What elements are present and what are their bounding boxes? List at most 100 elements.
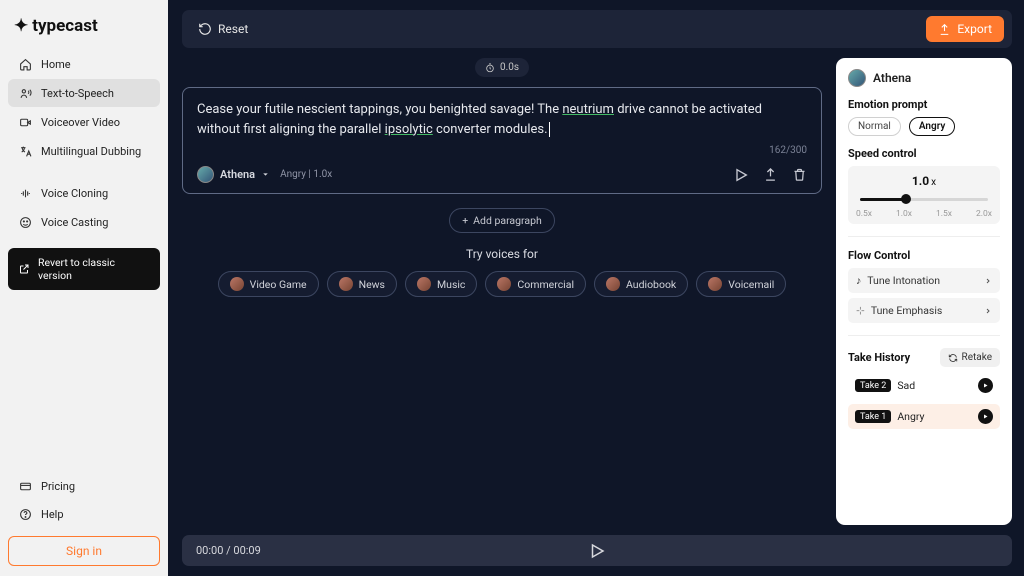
flow-section: Flow Control ♪Tune Intonation ⊹Tune Emph… bbox=[848, 249, 1000, 323]
nav-casting-label: Voice Casting bbox=[41, 216, 108, 229]
take-badge: Take 2 bbox=[855, 379, 891, 392]
paragraph-card[interactable]: Cease your futile nescient tappings, you… bbox=[182, 87, 822, 194]
nav-pricing-label: Pricing bbox=[41, 480, 75, 493]
inspector-voice-name: Athena bbox=[873, 71, 911, 85]
nav-casting[interactable]: Voice Casting bbox=[8, 208, 160, 236]
pill-commercial[interactable]: Commercial bbox=[485, 271, 586, 297]
slider-thumb[interactable] bbox=[901, 194, 911, 204]
nav-voiceover[interactable]: Voiceover Video bbox=[8, 108, 160, 136]
speed-value: 1.0 bbox=[912, 174, 929, 188]
take-row[interactable]: Take 2 Sad bbox=[848, 373, 1000, 398]
nav-home[interactable]: Home bbox=[8, 50, 160, 78]
reset-icon bbox=[198, 22, 212, 36]
speed-slider[interactable] bbox=[856, 190, 992, 208]
nav-voiceover-label: Voiceover Video bbox=[41, 116, 120, 129]
nav-cloning[interactable]: Voice Cloning bbox=[8, 179, 160, 207]
clock-icon bbox=[485, 63, 495, 73]
inspector-voice-header: Athena bbox=[848, 69, 1000, 87]
pill-video-game[interactable]: Video Game bbox=[218, 271, 319, 297]
retake-button[interactable]: Retake bbox=[940, 348, 1000, 367]
chevron-down-icon bbox=[261, 170, 270, 179]
speed-labels: 0.5x 1.0x 1.5x 2.0x bbox=[856, 209, 992, 219]
nav-tts[interactable]: Text-to-Speech bbox=[8, 79, 160, 107]
trash-icon[interactable] bbox=[792, 167, 807, 183]
voice-selector[interactable]: Athena Angry | 1.0x bbox=[197, 166, 332, 183]
avatar-icon bbox=[708, 277, 722, 291]
primary-nav: Home Text-to-Speech Voiceover Video Mult… bbox=[8, 50, 160, 236]
video-icon bbox=[18, 115, 32, 129]
take-play-button[interactable] bbox=[978, 409, 993, 424]
try-voices-heading: Try voices for bbox=[466, 247, 538, 261]
translate-icon bbox=[18, 144, 32, 158]
sidebar: ✦ typecast Home Text-to-Speech Voiceover… bbox=[0, 0, 168, 576]
emotion-normal[interactable]: Normal bbox=[848, 117, 901, 136]
main-area: Reset Export 0.0s Cease your futile nesc… bbox=[168, 0, 1024, 576]
signin-button[interactable]: Sign in bbox=[8, 536, 160, 566]
home-icon bbox=[18, 57, 32, 71]
editor-column: 0.0s Cease your futile nescient tappings… bbox=[182, 58, 822, 525]
reset-label: Reset bbox=[218, 22, 248, 36]
brand-logo: ✦ typecast bbox=[8, 10, 160, 50]
emotion-section: Emotion prompt Normal Angry bbox=[848, 98, 1000, 136]
nav-dubbing-label: Multilingual Dubbing bbox=[41, 145, 141, 158]
voice-meta: Angry | 1.0x bbox=[280, 169, 332, 180]
nav-help[interactable]: Help bbox=[8, 500, 160, 528]
add-paragraph-button[interactable]: + Add paragraph bbox=[449, 208, 555, 233]
tts-icon bbox=[18, 86, 32, 100]
pill-voicemail[interactable]: Voicemail bbox=[696, 271, 786, 297]
speed-section: Speed control 1.0x 0.5x 1.0x 1.5x 2.0x bbox=[848, 147, 1000, 224]
take-history-section: Take History Retake Take 2Sad Take 1Angr… bbox=[848, 348, 1000, 429]
note-icon: ♪ bbox=[856, 274, 861, 287]
external-icon bbox=[18, 263, 30, 275]
voice-avatar bbox=[197, 166, 214, 183]
take-label: Angry bbox=[897, 410, 924, 423]
signin-label: Sign in bbox=[66, 544, 102, 558]
nav-help-label: Help bbox=[41, 508, 64, 521]
avatar-icon bbox=[230, 277, 244, 291]
brand-name: typecast bbox=[32, 16, 98, 36]
avatar-icon bbox=[497, 277, 511, 291]
paragraph-text[interactable]: Cease your futile nescient tappings, you… bbox=[197, 100, 807, 139]
reset-button[interactable]: Reset bbox=[190, 18, 256, 40]
speed-control[interactable]: 1.0x 0.5x 1.0x 1.5x 2.0x bbox=[848, 166, 1000, 224]
flow-title: Flow Control bbox=[848, 249, 1000, 262]
export-button[interactable]: Export bbox=[926, 16, 1004, 42]
nav-home-label: Home bbox=[41, 58, 71, 71]
pill-news[interactable]: News bbox=[327, 271, 397, 297]
take-label: Sad bbox=[897, 379, 915, 392]
nav-dubbing[interactable]: Multilingual Dubbing bbox=[8, 137, 160, 165]
take-row[interactable]: Take 1 Angry bbox=[848, 404, 1000, 429]
pill-audiobook[interactable]: Audiobook bbox=[594, 271, 688, 297]
voice-name: Athena bbox=[220, 168, 255, 181]
pill-music[interactable]: Music bbox=[405, 271, 477, 297]
emotion-title: Emotion prompt bbox=[848, 98, 1000, 111]
waveform-icon bbox=[18, 186, 32, 200]
retake-label: Retake bbox=[962, 352, 992, 363]
face-icon bbox=[18, 215, 32, 229]
voice-avatar bbox=[848, 69, 866, 87]
take-badge: Take 1 bbox=[855, 410, 891, 423]
nav-pricing[interactable]: Pricing bbox=[8, 472, 160, 500]
topbar: Reset Export bbox=[182, 10, 1012, 48]
speed-suffix: x bbox=[931, 177, 936, 188]
wave-icon: ⊹ bbox=[856, 304, 865, 317]
duration-pill[interactable]: 0.0s bbox=[475, 58, 529, 77]
refresh-icon bbox=[948, 353, 958, 363]
play-button[interactable] bbox=[588, 542, 606, 560]
nav-cloning-label: Voice Cloning bbox=[41, 187, 108, 200]
inspector-panel: Athena Emotion prompt Normal Angry Speed… bbox=[836, 58, 1012, 525]
upload-icon[interactable] bbox=[763, 167, 778, 183]
take-play-button[interactable] bbox=[978, 378, 993, 393]
play-icon[interactable] bbox=[733, 167, 749, 183]
playback-time: 00:00 / 00:09 bbox=[196, 544, 261, 557]
text-cursor bbox=[549, 122, 550, 137]
voice-category-pills: Video Game News Music Commercial Audiobo… bbox=[218, 271, 787, 297]
emotion-angry[interactable]: Angry bbox=[909, 117, 955, 136]
revert-classic-button[interactable]: Revert to classic version bbox=[8, 248, 160, 290]
avatar-icon bbox=[606, 277, 620, 291]
flow-emphasis[interactable]: ⊹Tune Emphasis bbox=[848, 298, 1000, 323]
playback-bar: 00:00 / 00:09 bbox=[182, 535, 1012, 566]
flow-intonation[interactable]: ♪Tune Intonation bbox=[848, 268, 1000, 293]
help-icon bbox=[18, 507, 32, 521]
export-label: Export bbox=[957, 22, 992, 36]
